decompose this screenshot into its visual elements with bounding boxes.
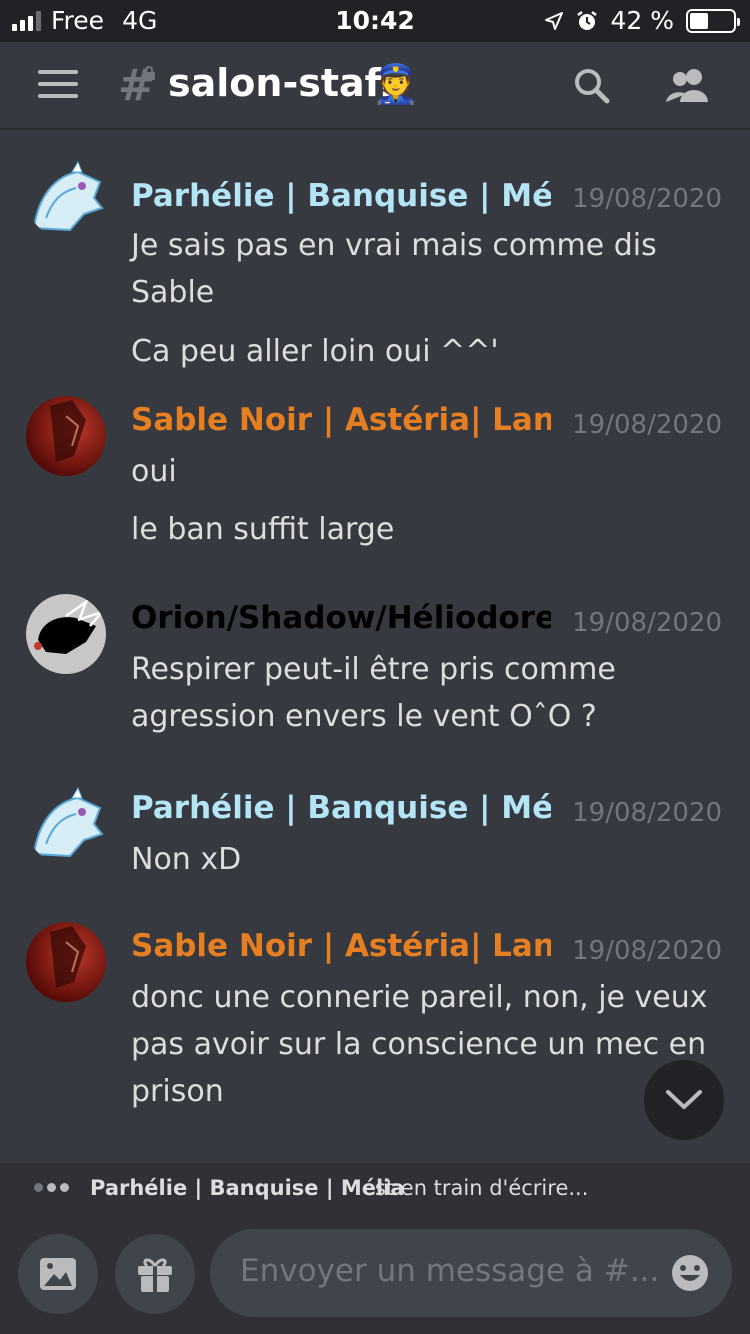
message-input-placeholder: Envoyer un message à #... (240, 1253, 660, 1289)
message-list[interactable]: Parhélie | Banquise | Mé... 19/08/2020 J… (0, 132, 750, 1162)
alarm-icon (577, 10, 598, 30)
status-right: 42 % (544, 6, 740, 35)
status-bar: Free 4G 10:42 42 % (0, 0, 750, 42)
timestamp: 19/08/2020 (572, 184, 722, 214)
timestamp: 19/08/2020 (572, 798, 722, 828)
avatar[interactable] (26, 396, 106, 476)
channel-title: salon-staff (168, 61, 396, 105)
typing-text: est en train d'écrire... (362, 1176, 589, 1200)
avatar[interactable] (26, 158, 106, 238)
author-name[interactable]: Parhélie | Banquise | Mé... (131, 790, 551, 826)
avatar[interactable] (26, 594, 106, 674)
message-text: Je sais pas en vrai mais comme dis Sable (131, 228, 657, 310)
menu-icon[interactable] (38, 70, 78, 100)
message-text: Respirer peut-il être pris comme agressi… (131, 652, 616, 734)
timestamp: 19/08/2020 (572, 410, 722, 440)
author-name[interactable]: Sable Noir | Astéria| Lan... (131, 928, 551, 964)
message-text: oui (131, 454, 177, 489)
message-text: le ban suffit large (131, 512, 395, 547)
emoji-icon[interactable] (670, 1253, 710, 1293)
composer: Envoyer un message à #... (0, 1211, 750, 1334)
typing-indicator: Parhélie | Banquise | Mélia est en train… (0, 1163, 750, 1211)
author-name[interactable]: Sable Noir | Astéria| Lan... (131, 402, 551, 438)
gift-icon (138, 1258, 172, 1292)
typing-user: Parhélie | Banquise | Mélia (90, 1176, 405, 1200)
battery-percent: 42 % (610, 6, 674, 35)
message-text: Non xD (131, 842, 242, 877)
chevron-down-icon (666, 1090, 702, 1109)
message-text: Ca peu aller loin oui ^^' (131, 334, 499, 369)
location-icon (545, 11, 564, 30)
message-input[interactable]: Envoyer un message à #... (210, 1229, 732, 1317)
avatar[interactable] (26, 784, 106, 864)
channel-emoji: 👮 (372, 62, 420, 106)
message-text: donc une connerie pareil, non, je veux p… (131, 980, 708, 1109)
timestamp: 19/08/2020 (572, 608, 722, 638)
channel-header: # salon-staff 👮 (0, 42, 750, 130)
lock-icon (143, 66, 155, 80)
jump-to-bottom-button[interactable] (644, 1060, 724, 1140)
attach-image-button[interactable] (18, 1234, 98, 1314)
battery-icon (686, 8, 740, 33)
avatar[interactable] (26, 922, 106, 1002)
members-icon[interactable] (664, 66, 712, 106)
gift-button[interactable] (115, 1234, 195, 1314)
typing-dots-icon (34, 1183, 69, 1192)
author-name[interactable]: Orion/Shadow/Héliodore (131, 600, 551, 636)
author-name[interactable]: Parhélie | Banquise | Mé... (131, 178, 551, 214)
search-icon[interactable] (572, 66, 612, 106)
image-icon (40, 1258, 76, 1290)
timestamp: 19/08/2020 (572, 936, 722, 966)
